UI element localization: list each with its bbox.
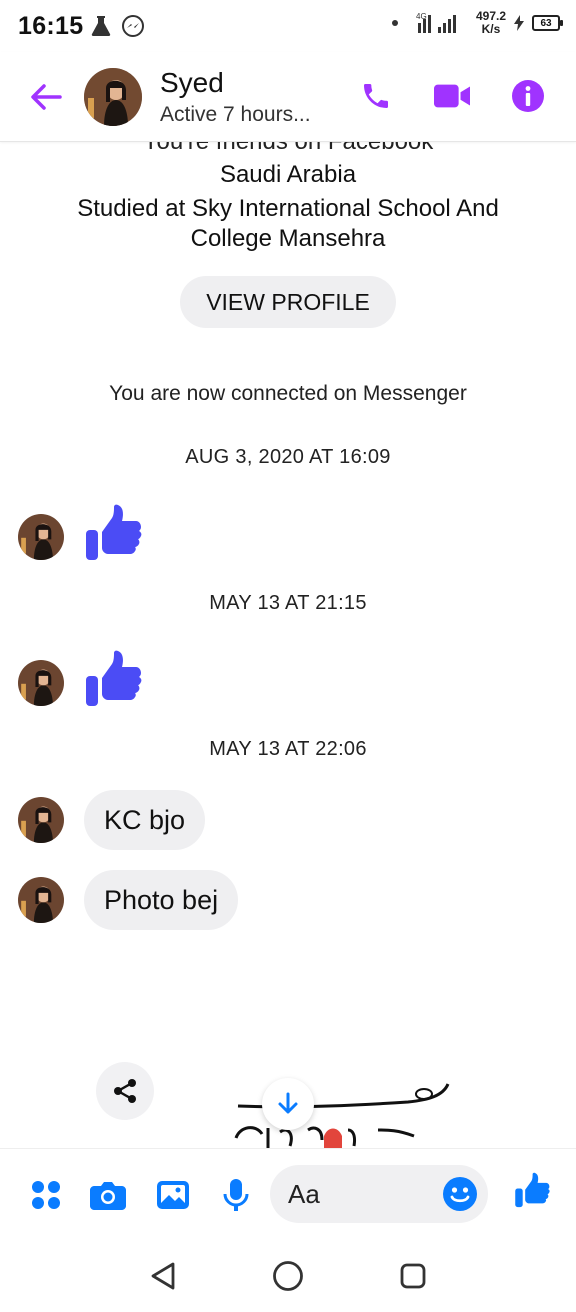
video-icon [434,84,470,108]
message-row [18,504,142,569]
network-speed: 497.2 K/s [476,10,506,36]
back-arrow-icon [31,83,62,110]
timestamp: AUG 3, 2020 AT 16:09 [185,446,391,468]
camera-icon [90,1182,126,1210]
avatar-photo [18,877,64,923]
system-navigation-bar [0,1240,576,1312]
thumbs-up-icon [86,650,142,706]
message-row: KC bjo [18,790,206,850]
send-like-button[interactable] [514,1172,550,1209]
like-message[interactable] [84,504,142,569]
view-profile-button[interactable]: VIEW PROFILE [180,276,396,328]
message-row: Photo bej [18,870,239,930]
phone-icon [364,84,388,108]
dot-icon [391,20,398,26]
gallery-button[interactable] [155,1177,191,1213]
apps-icon [32,1181,60,1209]
message-list[interactable]: You're friends on Facebook Saudi Arabia … [0,142,576,1148]
friends-line: You're friends on Facebook [0,142,576,154]
sender-avatar[interactable] [18,659,64,706]
camera-button[interactable] [90,1177,126,1213]
nav-recents-button[interactable] [393,1256,433,1296]
conversation-header: Syed Active 7 hours... [0,52,576,142]
home-nav-icon [273,1261,303,1291]
avatar-photo [18,797,64,843]
profile-location: Saudi Arabia [219,161,357,188]
arrow-down-icon [278,1092,298,1114]
connected-notice: You are now connected on Messenger [109,382,467,405]
share-button[interactable] [96,1062,154,1120]
nav-back-button[interactable] [143,1256,183,1296]
messenger-notification-icon [122,15,145,37]
avatar-photo [18,659,64,706]
avatar[interactable] [84,67,142,126]
timestamp: MAY 13 AT 22:06 [209,738,367,760]
message-input[interactable] [288,1178,438,1210]
scroll-to-bottom-button[interactable] [262,1078,314,1130]
sender-avatar[interactable] [18,877,64,923]
contact-name[interactable]: Syed [160,67,311,99]
voice-record-button[interactable] [218,1177,254,1213]
avatar-photo [18,513,64,560]
voice-call-button[interactable] [358,78,394,114]
recents-nav-icon [400,1263,426,1289]
apps-button[interactable] [28,1177,64,1213]
active-status: Active 7 hours... [160,102,311,126]
status-bar: 16:15 4G 497.2 K/s 63 [0,0,576,52]
charging-icon [514,15,524,31]
signal-icon: 4G [416,12,456,33]
nav-home-button[interactable] [268,1256,308,1296]
microphone-icon [223,1179,249,1211]
battery-indicator: 63 [532,15,563,31]
sender-avatar[interactable] [18,513,64,560]
info-button[interactable] [510,78,546,114]
status-time: 16:15 [18,11,84,40]
message-bubble[interactable]: KC bjo [84,790,206,850]
video-call-button[interactable] [434,78,470,114]
like-message[interactable] [84,650,142,715]
timestamp: MAY 13 AT 21:15 [209,592,367,614]
info-icon [512,80,544,112]
back-button[interactable] [26,77,66,117]
flask-icon [92,16,111,36]
profile-education: Studied at Sky International School And … [77,195,499,252]
thumbs-up-icon [86,504,142,560]
message-bubble[interactable]: Photo bej [84,870,239,930]
emoji-icon [443,1177,477,1211]
avatar-photo [84,67,142,126]
message-row [18,650,142,715]
back-nav-icon [151,1262,175,1290]
gallery-icon [157,1181,189,1209]
message-input-wrapper[interactable] [270,1165,488,1223]
message-composer [0,1148,576,1240]
sender-avatar[interactable] [18,797,64,843]
share-icon [114,1079,136,1103]
speed-unit: K/s [481,22,501,36]
emoji-button[interactable] [442,1176,478,1212]
like-icon [515,1172,550,1208]
